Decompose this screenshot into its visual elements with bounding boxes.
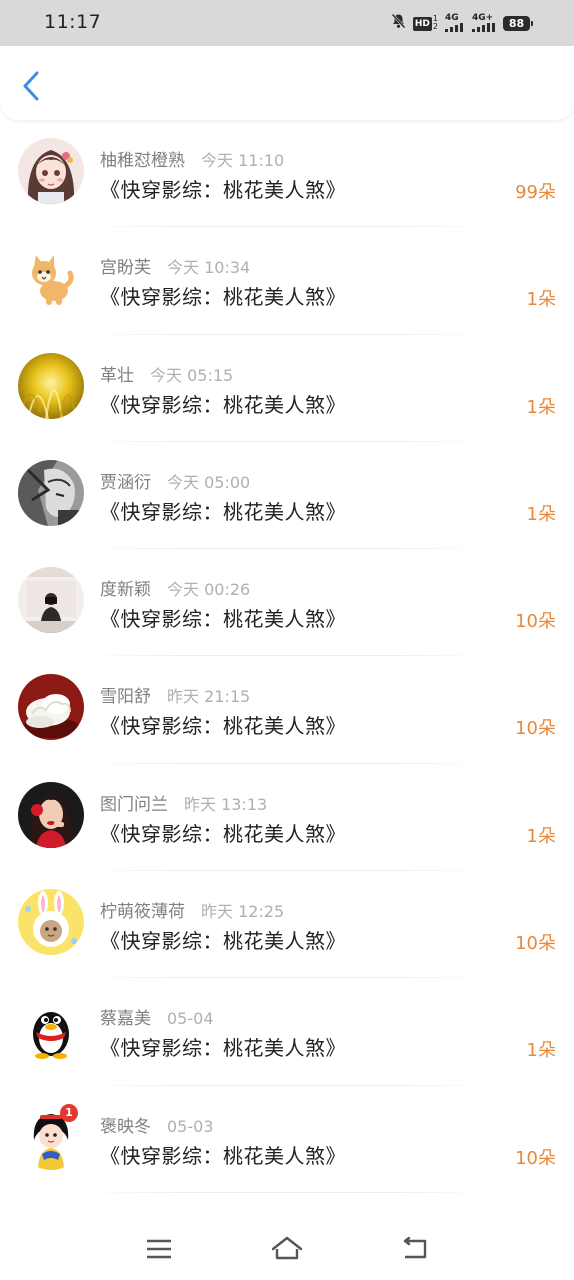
list-item[interactable]: 图门问兰 昨天 13:13 《快穿影综：桃花美人煞》 1朵 (0, 763, 574, 872)
main-content[interactable]: 柚稚怼橙熟 今天 11:10 《快穿影综：桃花美人煞》 99朵宫盼芙 今天 10:34 《… (0, 120, 574, 1205)
back-nav-button[interactable] (395, 1229, 435, 1269)
user-name[interactable]: 柠萌筱薄荷 (100, 897, 185, 922)
user-name[interactable]: 柚稚怼橙熟 (100, 146, 185, 171)
signal-2-icon: 4G+ (472, 14, 496, 32)
list-item[interactable]: 雪阳舒 昨天 21:15 《快穿影综：桃花美人煞》 10朵 (0, 656, 574, 764)
avatar[interactable] (18, 996, 84, 1063)
book-title[interactable]: 《快穿影综：桃花美人煞》 (100, 710, 346, 739)
timestamp: 05-03 (167, 1116, 214, 1136)
chevron-left-icon (23, 71, 39, 101)
flower-count: 1朵 (526, 1040, 556, 1062)
battery-level: 88 (508, 16, 525, 30)
item-meta: 柠萌筱薄荷 昨天 12:25 (100, 897, 284, 922)
list-item[interactable]: 蔡嘉美 05-04 《快穿影综：桃花美人煞》 1朵 (0, 978, 574, 1086)
book-title[interactable]: 《快穿影综：桃花美人煞》 (100, 1032, 346, 1061)
item-meta: 褒映冬 05-03 (100, 1112, 214, 1137)
item-meta: 柚稚怼橙熟 今天 11:10 (100, 146, 284, 171)
signal-1-icon: 4G (445, 14, 465, 32)
net1-label: 4G (445, 13, 459, 23)
user-name[interactable]: 宫盼芙 (100, 253, 151, 278)
avatar[interactable] (18, 889, 84, 956)
timestamp: 今天 05:15 (150, 365, 234, 385)
list-item[interactable]: 革壮 今天 05:15 《快穿影综：桃花美人煞》 1朵 (0, 334, 574, 442)
status-bar: 11:17 HD 1 2 4G 4G+ 88 (0, 0, 574, 46)
book-title[interactable]: 《快穿影综：桃花美人煞》 (100, 925, 346, 954)
back-icon (403, 1237, 427, 1259)
flower-count: 10朵 (515, 1147, 556, 1169)
net2-label: 4G+ (472, 13, 494, 23)
timestamp: 昨天 12:25 (201, 902, 285, 922)
book-title[interactable]: 《快穿影综：桃花美人煞》 (100, 281, 346, 310)
avatar[interactable] (18, 245, 84, 312)
user-name[interactable]: 度新颖 (100, 575, 151, 600)
timestamp: 今天 05:00 (167, 472, 251, 492)
user-name[interactable]: 褒映冬 (100, 1112, 151, 1137)
item-meta: 贾涵衍 今天 05:00 (100, 468, 250, 493)
timestamp: 今天 10:34 (167, 258, 251, 278)
avatar[interactable] (18, 567, 84, 634)
item-meta: 雪阳舒 昨天 21:15 (100, 682, 250, 707)
book-title[interactable]: 《快穿影综：桃花美人煞》 (100, 818, 346, 847)
list-item-partial[interactable] (0, 1192, 574, 1205)
status-time: 11:17 (44, 11, 102, 33)
list-item[interactable]: 宫盼芙 今天 10:34 《快穿影综：桃花美人煞》 1朵 (0, 227, 574, 335)
book-title[interactable]: 《快穿影综：桃花美人煞》 (100, 1140, 346, 1169)
menu-icon (147, 1239, 171, 1259)
battery-icon: 88 (503, 15, 533, 31)
back-button[interactable] (16, 68, 46, 104)
hd-sub: 2 (432, 22, 438, 31)
timestamp: 昨天 13:13 (184, 794, 268, 814)
user-name[interactable]: 贾涵衍 (100, 468, 151, 493)
book-title[interactable]: 《快穿影综：桃花美人煞》 (100, 174, 346, 203)
home-icon (271, 1236, 303, 1260)
gift-list: 柚稚怼橙熟 今天 11:10 《快穿影综：桃花美人煞》 99朵宫盼芙 今天 10:34 《… (0, 120, 574, 1205)
timestamp: 昨天 21:15 (167, 687, 251, 707)
user-name[interactable]: 图门问兰 (100, 790, 168, 815)
list-item[interactable]: 度新颖 今天 00:26 《快穿影综：桃花美人煞》 10朵 (0, 549, 574, 657)
flower-count: 10朵 (515, 718, 556, 740)
hd-label: HD (412, 17, 432, 31)
header (0, 46, 574, 120)
status-icons: HD 1 2 4G 4G+ 88 (391, 12, 533, 34)
avatar[interactable] (18, 781, 84, 848)
flower-count: 1朵 (526, 503, 556, 525)
system-nav-bar (0, 1205, 574, 1280)
item-meta: 度新颖 今天 00:26 (100, 575, 250, 600)
flower-count: 99朵 (515, 182, 556, 203)
book-title[interactable]: 《快穿影综：桃花美人煞》 (100, 389, 346, 418)
avatar[interactable] (18, 352, 84, 419)
mute-icon (391, 13, 406, 33)
book-title[interactable]: 《快穿影综：桃花美人煞》 (100, 603, 346, 632)
home-button[interactable] (267, 1229, 307, 1269)
timestamp: 今天 00:26 (167, 580, 251, 600)
user-name[interactable]: 蔡嘉美 (100, 1004, 151, 1029)
flower-count: 10朵 (515, 933, 556, 955)
menu-button[interactable] (139, 1229, 179, 1269)
notification-badge: 1 (60, 1103, 78, 1122)
hd-icon: HD 1 2 (412, 15, 438, 31)
flower-count: 1朵 (526, 396, 556, 418)
avatar[interactable] (18, 459, 84, 526)
timestamp: 05-04 (167, 1009, 214, 1029)
item-meta: 革壮 今天 05:15 (100, 361, 233, 386)
book-title[interactable]: 《快穿影综：桃花美人煞》 (100, 496, 346, 525)
timestamp: 今天 11:10 (201, 151, 285, 170)
item-meta: 蔡嘉美 05-04 (100, 1004, 214, 1029)
flower-count: 1朵 (526, 825, 556, 847)
flower-count: 1朵 (526, 289, 556, 311)
flower-count: 10朵 (515, 611, 556, 633)
list-item[interactable]: 贾涵衍 今天 05:00 《快穿影综：桃花美人煞》 1朵 (0, 441, 574, 550)
list-item[interactable]: 柚稚怼橙熟 今天 11:10 《快穿影综：桃花美人煞》 99朵 (0, 120, 574, 228)
item-meta: 宫盼芙 今天 10:34 (100, 253, 250, 278)
user-name[interactable]: 革壮 (100, 361, 134, 386)
avatar[interactable] (18, 138, 84, 204)
user-name[interactable]: 雪阳舒 (100, 682, 151, 707)
list-item[interactable]: 柠萌筱薄荷 昨天 12:25 《快穿影综：桃花美人煞》 10朵 (0, 871, 574, 979)
item-meta: 图门问兰 昨天 13:13 (100, 790, 267, 815)
avatar[interactable] (18, 674, 84, 741)
list-item[interactable]: 1 褒映冬 05-03 《快穿影综：桃花美人煞》 10朵 (0, 1085, 574, 1193)
